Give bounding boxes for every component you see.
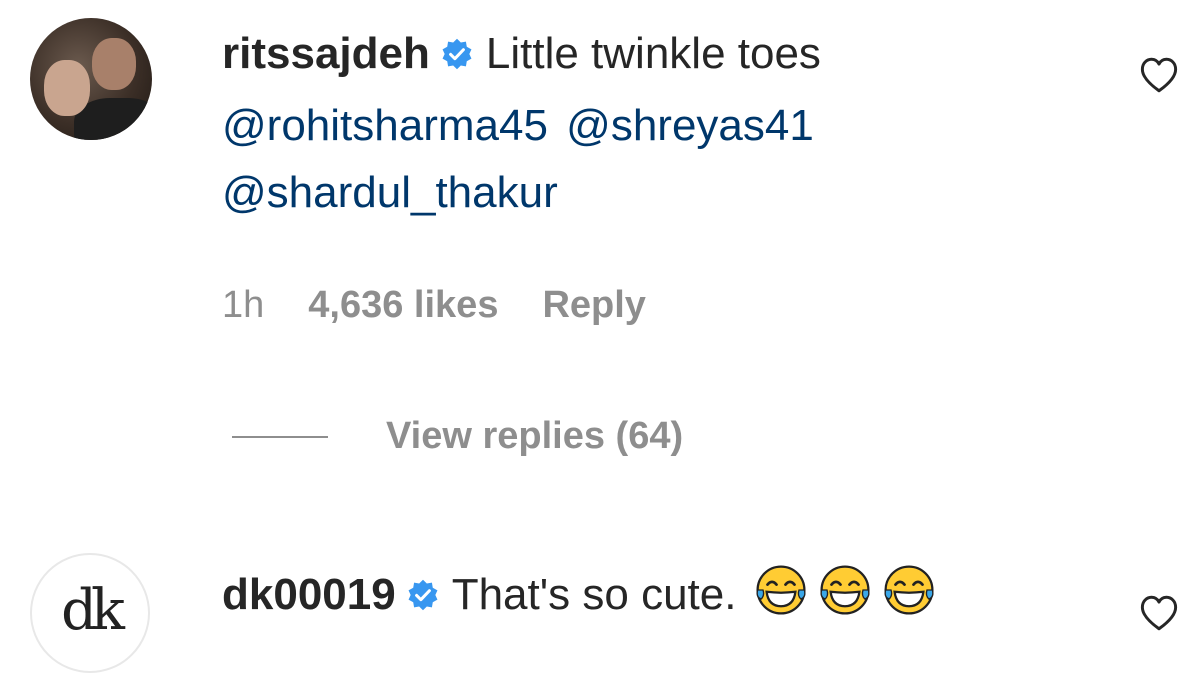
verified-badge-icon xyxy=(408,579,438,611)
mention-link[interactable]: @shardul_thakur xyxy=(222,168,558,217)
comment-meta: 1h 4,636 likes Reply xyxy=(222,284,690,327)
reply-button[interactable]: Reply xyxy=(542,284,645,326)
face-with-tears-of-joy-icon xyxy=(820,565,870,615)
avatar-logo: dk xyxy=(61,577,125,643)
comment-username[interactable]: ritssajdeh xyxy=(222,29,430,78)
heart-outline-icon[interactable] xyxy=(1138,54,1180,96)
comment-text-line: @shardul_thakur xyxy=(222,167,558,219)
comment-time[interactable]: 1h xyxy=(222,284,264,326)
comment-text-line: dk00019 That's so cute. xyxy=(222,563,946,621)
face-with-tears-of-joy-icon xyxy=(756,565,806,615)
comments-list: ritssajdeh Little twinkle toes @rohitsha… xyxy=(0,0,1200,675)
avatar-photo-part xyxy=(44,60,90,116)
comment-username[interactable]: dk00019 xyxy=(222,570,396,619)
comment-text-line: ritssajdeh Little twinkle toes xyxy=(222,28,821,80)
avatar[interactable] xyxy=(30,18,152,140)
comment-text: That's so cute. xyxy=(451,570,737,619)
view-replies-label: View replies (64) xyxy=(386,415,684,457)
view-replies-button[interactable]: View replies (64) xyxy=(232,415,683,458)
verified-badge-icon xyxy=(442,38,472,70)
face-with-tears-of-joy-icon xyxy=(884,565,934,615)
comment-likes[interactable]: 4,636 likes xyxy=(308,284,498,326)
heart-outline-icon[interactable] xyxy=(1138,592,1180,634)
mention-link[interactable]: @rohitsharma45 xyxy=(222,101,548,150)
replies-divider xyxy=(232,435,328,438)
mention-link[interactable]: @shreyas41 xyxy=(566,101,814,150)
avatar-photo-part xyxy=(92,38,136,90)
avatar[interactable]: dk xyxy=(30,553,150,673)
comment-text-line: @rohitsharma45 @shreyas41 xyxy=(222,100,814,152)
comment-text: Little twinkle toes xyxy=(485,29,821,78)
